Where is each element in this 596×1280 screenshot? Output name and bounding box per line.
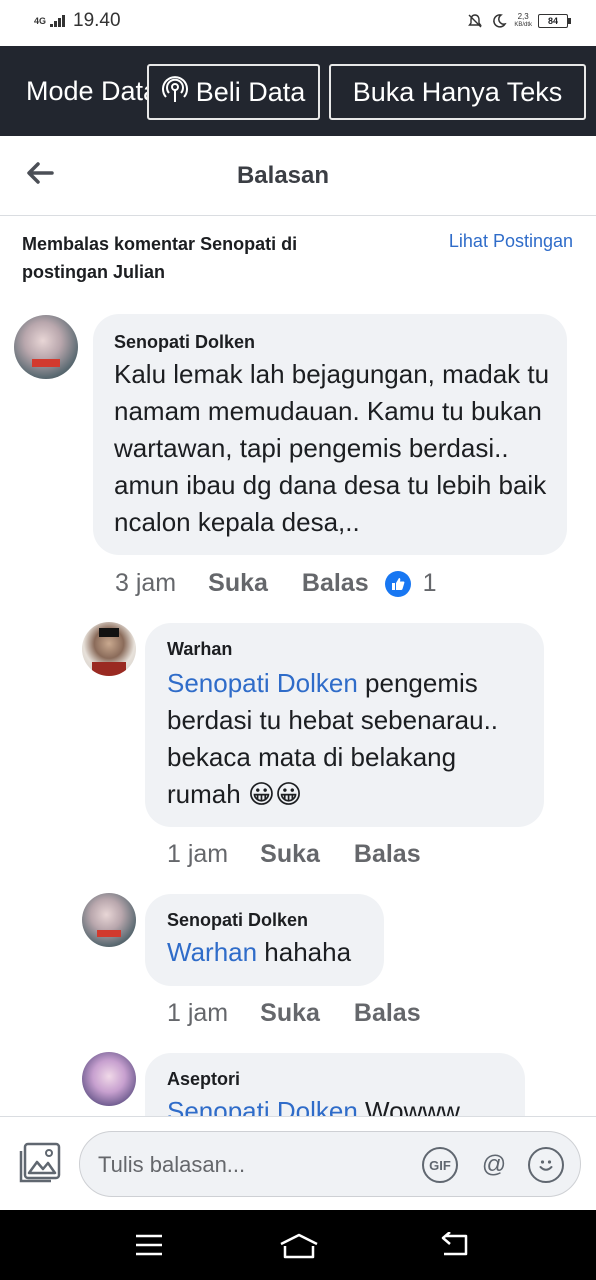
comment-actions: 3 jam Suka Balas 1	[115, 569, 437, 598]
reply-button[interactable]: Balas	[302, 569, 369, 598]
status-right: 2,3 KB/dtk 84	[466, 12, 571, 30]
data-mode-label: Mode Data	[26, 76, 148, 106]
back-nav-icon[interactable]	[438, 1231, 470, 1263]
comment-text: Senopati Dolken pengemis berdasi tu heba…	[167, 665, 527, 813]
reply-button[interactable]: Balas	[354, 999, 421, 1028]
like-button[interactable]: Suka	[260, 999, 320, 1028]
avatar[interactable]	[82, 893, 136, 947]
status-left: 4G 19.40	[34, 10, 121, 32]
reaction-count: 1	[422, 569, 437, 597]
speed-value: 2,3	[517, 12, 529, 21]
text-only-label: Buka Hanya Teks	[352, 76, 563, 107]
comment-bubble: Warhan Senopati Dolken pengemis berdasi …	[145, 623, 544, 827]
comment-bubble: Senopati Dolken Kalu lemak lah bejagunga…	[93, 314, 567, 555]
comment-author[interactable]: Senopati Dolken	[114, 332, 255, 353]
buy-data-button[interactable]: Beli Data	[147, 64, 320, 120]
reply-context: Membalas komentar Senopati di postingan …	[22, 234, 298, 282]
mention-link[interactable]: Warhan	[167, 937, 257, 967]
emoji-icon[interactable]	[528, 1147, 564, 1183]
comment-time: 3 jam	[115, 569, 177, 597]
comment-author[interactable]: Aseptori	[167, 1069, 240, 1090]
reply-placeholder: Tulis balasan...	[98, 1152, 246, 1177]
page-title: Balasan	[236, 162, 330, 189]
home-icon[interactable]	[279, 1232, 319, 1265]
like-button[interactable]: Suka	[260, 840, 320, 869]
data-mode-bar: Mode Data Beli Data Buka Hanya Teks	[0, 46, 596, 136]
comment-author[interactable]: Senopati Dolken	[167, 910, 308, 931]
photo-gallery-icon[interactable]	[18, 1142, 62, 1184]
gif-label: GIF	[429, 1157, 451, 1173]
comment-text: Warhan hahaha	[167, 934, 377, 971]
battery-level: 84	[547, 16, 558, 26]
reply-button[interactable]: Balas	[354, 840, 421, 869]
at-sign-icon: @	[481, 1151, 507, 1178]
moon-icon	[490, 12, 508, 30]
like-button[interactable]: Suka	[208, 569, 268, 598]
comment-actions: 1 jam Suka Balas	[167, 840, 421, 869]
comment-time: 1 jam	[167, 840, 229, 868]
avatar[interactable]	[14, 315, 78, 379]
view-post-link[interactable]: Lihat Postingan	[449, 231, 573, 252]
reply-input[interactable]: Tulis balasan... GIF @	[79, 1131, 581, 1197]
buy-data-label: Beli Data	[195, 76, 306, 107]
page-header: Balasan	[0, 136, 596, 216]
comment-actions: 1 jam Suka Balas	[167, 999, 421, 1028]
battery-icon: 84	[538, 14, 571, 28]
signal-icon	[50, 15, 66, 27]
thumbs-up-icon[interactable]	[384, 570, 411, 597]
comment-text: Kalu lemak lah bejagungan, madak tu nama…	[114, 359, 550, 537]
avatar[interactable]	[82, 1052, 136, 1106]
gif-button[interactable]: GIF	[422, 1147, 458, 1183]
clock: 19.40	[73, 10, 121, 31]
system-nav-bar	[0, 1210, 596, 1280]
mention-link[interactable]: Senopati Dolken	[167, 668, 358, 698]
menu-icon[interactable]	[135, 1234, 163, 1261]
comment-author[interactable]: Warhan	[167, 639, 232, 660]
avatar[interactable]	[82, 622, 136, 676]
mention-button[interactable]: @	[476, 1147, 512, 1183]
bell-off-icon	[466, 12, 484, 30]
comment-bubble: Senopati Dolken Warhan hahaha	[145, 894, 384, 986]
speed-unit: KB/dtk	[514, 22, 532, 28]
broadcast-icon	[161, 75, 188, 110]
network-speed: 2,3 KB/dtk	[514, 13, 532, 29]
text-only-button[interactable]: Buka Hanya Teks	[329, 64, 586, 120]
comment-body: hahaha	[257, 937, 352, 967]
comment-time: 1 jam	[167, 999, 229, 1027]
status-bar: 4G 19.40 2,3 KB/dtk 84	[0, 0, 596, 46]
network-type: 4G	[34, 16, 47, 26]
